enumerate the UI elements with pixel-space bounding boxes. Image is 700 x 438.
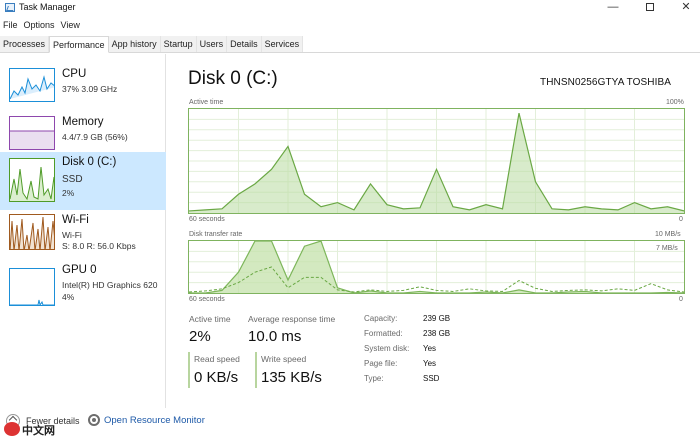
tab-services[interactable]: Services: [261, 36, 304, 52]
menu-file[interactable]: File: [0, 18, 18, 34]
write-speed-label: Write speed: [261, 354, 307, 364]
tab-details[interactable]: Details: [227, 36, 262, 52]
menu-options[interactable]: Options: [21, 18, 55, 34]
transfer-max-label: 10 MB/s: [655, 231, 681, 238]
active-time-x-left: 60 seconds: [189, 216, 225, 223]
resource-monitor-icon: [88, 414, 100, 426]
sidebar-item-usage: 4%: [62, 292, 75, 302]
tab-performance[interactable]: Performance: [49, 36, 109, 53]
tab-startup[interactable]: Startup: [160, 36, 197, 52]
disk-model: THNSN0256GTYA TOSHIBA: [540, 77, 672, 88]
sidebar-item-name: CPU: [62, 68, 87, 80]
disk-thumbnail-graph: [9, 158, 55, 202]
resource-sidebar: CPU 37% 3.09 GHz Memory 4.4/7.9 GB (56%)…: [0, 54, 166, 408]
wifi-thumbnail-graph: [9, 214, 55, 250]
read-speed-indicator: [188, 352, 190, 388]
sidebar-item-detail: 4.4/7.9 GB (56%): [62, 132, 128, 142]
sidebar-item-detail: Intel(R) HD Graphics 620: [62, 280, 158, 290]
active-time-stat-label: Active time: [189, 314, 231, 324]
transfer-graph-label: Disk transfer rate: [189, 231, 243, 238]
tab-bar: Processes Performance App history Startu…: [0, 36, 700, 53]
menu-bar: File Options View: [0, 18, 700, 34]
write-speed-indicator: [255, 352, 257, 388]
window-title: Task Manager: [19, 2, 76, 12]
sidebar-item-name: Memory: [62, 116, 104, 128]
formatted-value: 238 GB: [423, 329, 451, 338]
watermark-logo-icon: [4, 422, 20, 436]
transfer-secondary-max-label: 7 MB/s: [656, 245, 678, 252]
read-speed-value: 0 KB/s: [194, 369, 239, 386]
avg-response-value: 10.0 ms: [248, 328, 302, 345]
write-speed-value: 135 KB/s: [261, 369, 322, 386]
page-file-value: Yes: [423, 359, 437, 368]
transfer-rate-chart: [188, 240, 685, 294]
sidebar-item-detail: 37% 3.09 GHz: [62, 84, 118, 94]
sidebar-item-gpu[interactable]: GPU 0 Intel(R) HD Graphics 620 4%: [0, 264, 166, 322]
active-time-graph-label: Active time: [189, 99, 224, 106]
capacity-label: Capacity:: [364, 314, 398, 323]
active-time-graph: [188, 108, 685, 214]
menu-view[interactable]: View: [58, 18, 80, 34]
transfer-rate-graph: 7 MB/s: [188, 240, 685, 294]
gpu-thumbnail-graph: [9, 268, 55, 306]
sidebar-item-name: Wi-Fi: [62, 214, 89, 226]
active-time-stat-value: 2%: [189, 328, 211, 345]
transfer-x-right: 0: [679, 296, 683, 303]
tab-processes[interactable]: Processes: [0, 36, 50, 52]
type-label: Type:: [364, 374, 384, 383]
tab-users[interactable]: Users: [196, 36, 228, 52]
open-resource-monitor-link[interactable]: Open Resource Monitor: [104, 415, 205, 426]
sidebar-item-throughput: S: 8.0 R: 56.0 Kbps: [62, 241, 136, 251]
tab-app-history[interactable]: App history: [108, 36, 161, 52]
cpu-thumbnail-graph: [9, 68, 55, 102]
task-manager-icon: [5, 3, 15, 12]
sidebar-item-name: Disk 0 (C:): [62, 156, 117, 168]
system-disk-label: System disk:: [364, 344, 410, 353]
active-time-max-label: 100%: [666, 99, 684, 106]
sidebar-item-name: GPU 0: [62, 264, 97, 276]
footer-bar: Fewer details Open Resource Monitor: [0, 408, 700, 438]
maximize-icon: [646, 3, 654, 11]
close-button[interactable]: ✕: [673, 0, 699, 16]
active-time-x-right: 0: [679, 216, 683, 223]
sidebar-item-usage: 2%: [62, 188, 75, 198]
page-file-label: Page file:: [364, 359, 398, 368]
minimize-button[interactable]: —: [600, 0, 626, 16]
sidebar-item-detail: SSD: [62, 174, 83, 185]
active-time-chart: [188, 109, 685, 213]
read-speed-label: Read speed: [194, 354, 240, 364]
sidebar-item-disk[interactable]: Disk 0 (C:) SSD 2%: [0, 152, 166, 210]
system-disk-value: Yes: [423, 344, 437, 353]
formatted-label: Formatted:: [364, 329, 403, 338]
maximize-button[interactable]: [637, 0, 663, 16]
watermark-text: 中文网: [22, 425, 55, 437]
avg-response-label: Average response time: [248, 314, 336, 324]
sidebar-item-detail: Wi-Fi: [62, 230, 82, 240]
page-title: Disk 0 (C:): [188, 68, 278, 89]
memory-thumbnail-graph: [9, 116, 55, 150]
transfer-x-left: 60 seconds: [189, 296, 225, 303]
capacity-value: 239 GB: [423, 314, 451, 323]
title-bar: Task Manager — ✕: [0, 0, 700, 16]
site-watermark: 中文网: [0, 420, 62, 438]
type-value: SSD: [423, 374, 440, 383]
